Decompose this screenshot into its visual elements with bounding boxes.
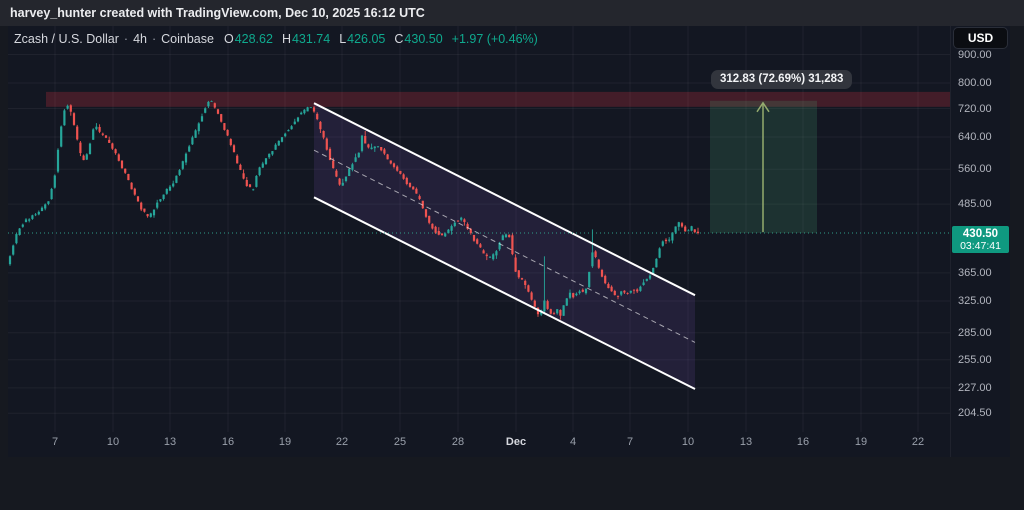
time-axis-label: 19 (841, 436, 881, 448)
price-axis-label: 325.00 (958, 294, 992, 308)
exchange-label[interactable]: Coinbase (161, 32, 214, 46)
time-axis-label: 13 (150, 436, 190, 448)
projection-measure-label: 312.83 (72.69%) 31,283 (711, 70, 852, 89)
close-value: 430.50 (404, 32, 442, 46)
price-axis-label: 227.00 (958, 381, 992, 395)
time-axis-label: 13 (726, 436, 766, 448)
time-axis-label: 16 (208, 436, 248, 448)
attribution-text: harvey_hunter created with TradingView.c… (10, 6, 425, 20)
time-axis-label: 7 (35, 436, 75, 448)
time-axis-label: 7 (610, 436, 650, 448)
high-value: 431.74 (292, 32, 330, 46)
high-key: H (282, 32, 291, 46)
price-axis-label: 800.00 (958, 76, 992, 90)
current-price-value: 430.50 (952, 227, 1009, 241)
time-axis-label: 4 (553, 436, 593, 448)
symbol-title[interactable]: Zcash / U.S. Dollar (14, 32, 119, 46)
footer-bar: TradingView (0, 457, 1024, 510)
time-axis-label: 25 (380, 436, 420, 448)
price-axis-label: 204.50 (958, 406, 992, 420)
price-change: +1.97 (+0.46%) (452, 32, 538, 46)
time-axis-label: 16 (783, 436, 823, 448)
chart-canvas[interactable] (0, 26, 1024, 432)
legend-separator: · (152, 32, 156, 46)
interval-label[interactable]: 4h (133, 32, 147, 46)
low-key: L (339, 32, 346, 46)
current-price-badge: 430.50 03:47:41 (952, 226, 1009, 253)
price-axis-label: 285.00 (958, 326, 992, 340)
open-key: O (224, 32, 234, 46)
price-axis-label: 720.00 (958, 102, 992, 116)
bar-countdown: 03:47:41 (952, 241, 1009, 252)
price-axis[interactable]: 430.50 03:47:41 900.00 800.00 720.00 640.00… (950, 26, 1011, 457)
price-axis-label: 900.00 (958, 48, 992, 62)
symbol-legend[interactable]: Zcash / U.S. Dollar · 4h · Coinbase O428… (14, 30, 538, 48)
price-axis-label: 560.00 (958, 162, 992, 176)
legend-separator: · (124, 32, 128, 46)
channel-mid-line[interactable] (314, 150, 695, 342)
time-axis-label: 22 (322, 436, 362, 448)
time-axis-label: 28 (438, 436, 478, 448)
price-axis-label: 485.00 (958, 197, 992, 211)
time-axis-label: 22 (898, 436, 938, 448)
time-axis-label: 10 (668, 436, 708, 448)
low-value: 426.05 (347, 32, 385, 46)
close-key: C (394, 32, 403, 46)
time-axis-month-label: Dec (496, 436, 536, 448)
time-axis-label: 10 (93, 436, 133, 448)
price-axis-label: 365.00 (958, 266, 992, 280)
ohlc-values: O428.62 H431.74 L426.05 C430.50 (224, 32, 443, 46)
price-axis-label: 640.00 (958, 130, 992, 144)
attribution-bar: harvey_hunter created with TradingView.c… (0, 0, 1024, 26)
currency-toggle-button[interactable]: USD (953, 27, 1008, 49)
time-axis-label: 19 (265, 436, 305, 448)
price-axis-label: 255.00 (958, 353, 992, 367)
open-value: 428.62 (235, 32, 273, 46)
tradingview-chart-page: harvey_hunter created with TradingView.c… (0, 0, 1024, 510)
